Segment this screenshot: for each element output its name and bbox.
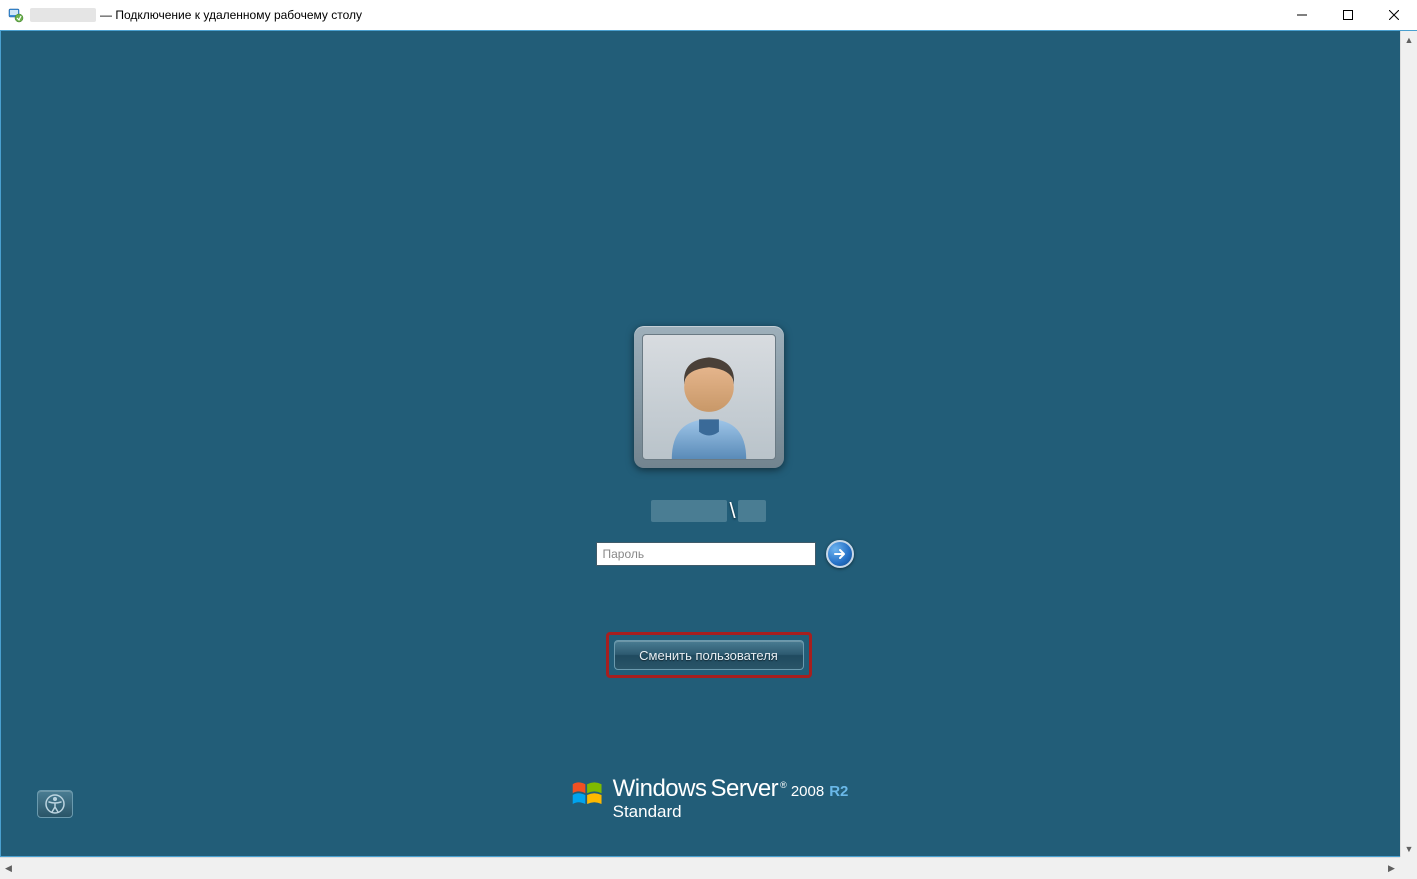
brand-registered: ® (780, 781, 787, 790)
redacted-domain (651, 500, 727, 522)
login-screen: \ Сменить пользователя (1, 31, 1416, 856)
user-avatar-icon (642, 334, 776, 460)
scroll-up-arrow[interactable]: ▲ (1401, 31, 1417, 48)
brand-text: Windows Server ® 2008 R2 Standard (613, 777, 849, 820)
horizontal-scrollbar[interactable]: ◀ ▶ (0, 857, 1400, 879)
scroll-down-arrow[interactable]: ▼ (1401, 840, 1417, 857)
arrow-right-icon (833, 547, 847, 561)
brand-edition: Standard (613, 803, 849, 820)
window-titlebar: — Подключение к удаленному рабочему стол… (0, 0, 1417, 31)
submit-arrow-button[interactable] (826, 540, 854, 568)
windows-branding: Windows Server ® 2008 R2 Standard (569, 777, 849, 820)
window-title: — Подключение к удаленному рабочему стол… (100, 8, 362, 22)
redacted-hostname (30, 8, 96, 22)
brand-year: 2008 (791, 784, 824, 799)
ease-of-access-button[interactable] (37, 790, 73, 818)
brand-r2: R2 (829, 784, 848, 799)
password-input[interactable] (596, 542, 816, 566)
password-row (596, 540, 854, 568)
window-controls (1279, 0, 1417, 30)
scrollbar-corner (1400, 857, 1417, 879)
redacted-username (738, 500, 766, 522)
switch-user-highlight: Сменить пользователя (606, 632, 812, 678)
minimize-button[interactable] (1279, 0, 1325, 30)
windows-flag-icon (569, 777, 605, 813)
maximize-button[interactable] (1325, 0, 1371, 30)
scroll-left-arrow[interactable]: ◀ (0, 858, 17, 879)
close-button[interactable] (1371, 0, 1417, 30)
user-avatar-frame (634, 326, 784, 468)
scroll-right-arrow[interactable]: ▶ (1383, 858, 1400, 879)
vertical-scrollbar[interactable]: ▲ ▼ (1400, 31, 1417, 857)
ease-of-access-icon (45, 794, 65, 814)
login-panel: \ Сменить пользователя (580, 326, 838, 678)
rdp-icon (8, 7, 24, 23)
username-display: \ (651, 498, 765, 524)
remote-desktop-viewport: \ Сменить пользователя (0, 31, 1417, 857)
brand-server: Server (710, 777, 778, 801)
switch-user-button[interactable]: Сменить пользователя (614, 640, 804, 670)
brand-windows: Windows (613, 777, 707, 801)
username-separator: \ (729, 498, 735, 524)
